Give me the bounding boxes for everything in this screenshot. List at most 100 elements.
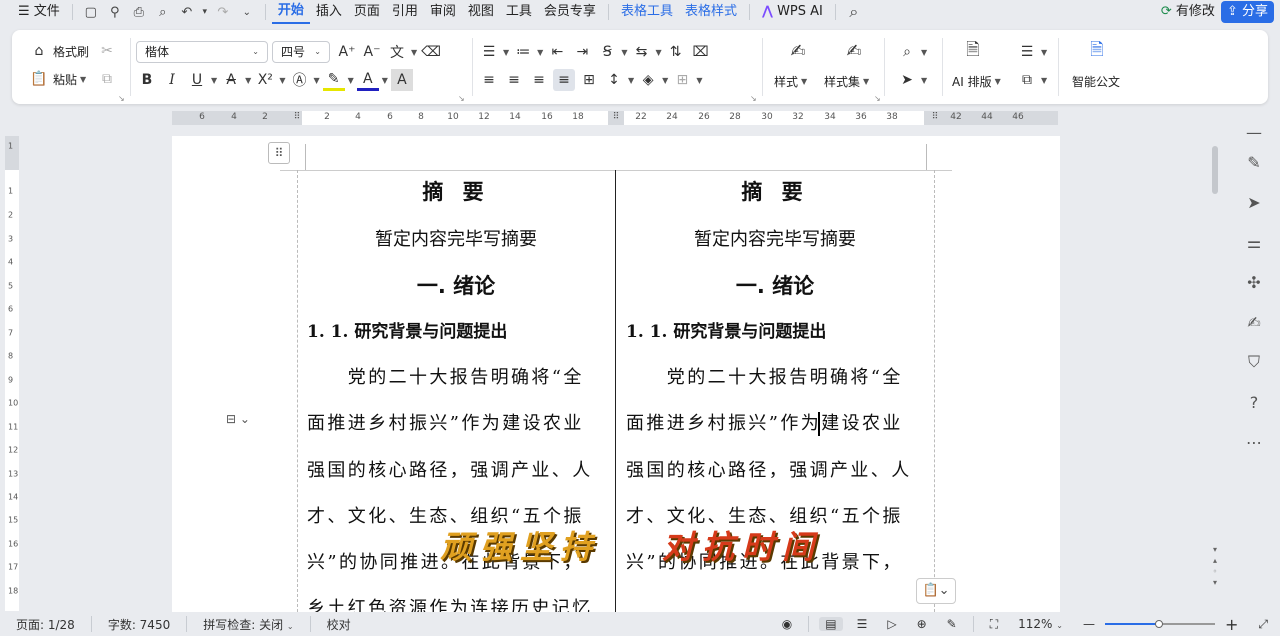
more-quick-icon[interactable]: ⌄ [235,0,259,24]
distributed-icon[interactable]: ⊞ [578,69,600,91]
justify-icon[interactable]: ≡ [553,69,575,91]
web-view-icon[interactable]: ⊕ [907,617,937,631]
tab-table-style[interactable]: 表格样式 [679,0,743,24]
tab-tools[interactable]: 工具 [500,0,538,24]
paragraph-launcher-icon[interactable]: ↘ [750,94,757,103]
select-cursor-icon[interactable]: ➤ [1242,190,1266,214]
borders-icon[interactable]: ⊞ [671,69,693,91]
search-icon[interactable]: ⌕ [842,0,866,24]
italic-icon[interactable]: I [161,69,183,91]
strikethrough-icon[interactable]: A [220,69,242,91]
page-view-icon[interactable]: ▤ [819,617,843,631]
align-right-icon[interactable]: ≡ [528,69,550,91]
page-nav-icons[interactable]: ▾ ▴ ◦ ▾ [1209,544,1221,588]
smart-doc-button[interactable]: 智能公文 [1072,70,1120,92]
redo-icon[interactable]: ↷ [211,0,235,24]
arrange-button[interactable]: ⧉ ▼ [1016,69,1047,91]
shrink-font-icon[interactable]: A⁻ [361,41,383,63]
char-shading-icon[interactable]: A [390,69,413,91]
undo-dropdown-icon[interactable]: ▾ [199,0,211,24]
paste-options-icon[interactable]: 📋⌄ [916,578,956,604]
show-marks-icon[interactable]: ⌧ [690,41,712,63]
paragraph-layout-icon[interactable]: ⊟ ⌄ [226,412,266,434]
font-color-icon[interactable]: A [356,69,379,91]
bullet-list-icon[interactable]: ☰ [478,41,500,63]
tab-home[interactable]: 开始 [271,0,310,24]
cloud-icon[interactable]: ⚲ [103,0,127,24]
clipboard-launcher-icon[interactable]: ↘ [118,94,125,103]
print-preview-icon[interactable]: ⌕ [151,0,175,24]
tab-review[interactable]: 审阅 [424,0,462,24]
styles-button[interactable]: 样式 ▼ [774,70,807,92]
copy-button[interactable]: ⧉ [96,68,118,90]
vertical-scrollbar[interactable]: ▾ ▴ ◦ ▾ [1208,136,1222,612]
cut-button[interactable]: ✂ [96,40,118,62]
highlight-icon[interactable]: ✎ [322,69,345,91]
align-center-icon[interactable]: ≡ [503,69,525,91]
shirt-icon[interactable]: ⛉ [1242,350,1266,374]
eye-icon[interactable]: ◉ [772,617,802,631]
line-spacing-icon[interactable]: ↕ [603,69,625,91]
new-doc-icon[interactable]: ▢ [79,0,103,24]
font-size-select[interactable]: 四号 ⌄ [272,41,330,63]
tab-insert[interactable]: 插入 [310,0,348,24]
style-set-button[interactable]: 样式集 ▼ [824,70,869,92]
undo-icon[interactable]: ↶ [175,0,199,24]
tab-view[interactable]: 视图 [462,0,500,24]
phonetic-icon[interactable]: 文 [386,41,408,63]
pen-icon[interactable]: ✎ [1242,150,1266,174]
styles-launcher-icon[interactable]: ↘ [874,94,881,103]
font-name-select[interactable]: 楷体 ⌄ [136,41,268,63]
word-count[interactable]: 字数: 7450 [98,616,180,633]
file-menu[interactable]: ☰ 文件 [0,0,66,24]
text-effect-icon[interactable]: Ⓐ [288,69,310,91]
convert-icon[interactable]: ⇆ [630,41,652,63]
ruler-handle-icon[interactable]: ⠿ [932,112,939,122]
tools-icon[interactable]: ✣ [1242,270,1266,294]
align-left-icon[interactable]: ≡ [478,69,500,91]
table-move-handle-icon[interactable]: ⠿ [268,142,290,164]
signature-icon[interactable]: ✍ [1242,310,1266,334]
ruler-handle-icon[interactable]: ⠿ [613,112,620,122]
find-button[interactable]: ⌕ ▼ [896,41,927,63]
zoom-slider[interactable] [1104,617,1215,631]
adjust-icon[interactable]: ⚌ [1242,230,1266,254]
page-indicator[interactable]: 页面: 1/28 [0,616,85,633]
vertical-ruler[interactable]: 1 1 2 3 4 5 6 7 8 9 10 11 12 13 14 15 16… [5,136,19,611]
horizontal-ruler[interactable]: 6 4 2 ⠿ 2 4 6 8 10 12 14 16 18 ⠿ 22 24 2… [172,111,1058,125]
fullscreen-icon[interactable]: ⤢ [1248,617,1280,632]
collapse-icon[interactable]: — [1242,120,1266,144]
ai-layout-button[interactable]: AI 排版 ▼ [952,70,1001,92]
document-page[interactable]: ⠿ ⊟ ⌄ 摘 要 暂定内容完毕写摘要 一. 绪论 1. 1. 研究背景与问题提… [172,136,1060,612]
tab-member[interactable]: 会员专享 [538,0,602,24]
modified-status[interactable]: ⟳ 有修改 [1155,0,1221,24]
select-button[interactable]: ➤ ▼ [896,69,927,91]
text-layout-button[interactable]: ☰ ▼ [1016,41,1047,63]
ruler-handle-icon[interactable]: ⠿ [294,112,301,122]
increase-indent-icon[interactable]: ⇥ [571,41,593,63]
help-icon[interactable]: ? [1242,390,1266,414]
shading-icon[interactable]: ◈ [637,69,659,91]
numbered-list-icon[interactable]: ≔ [512,41,534,63]
underline-icon[interactable]: U [186,69,208,91]
format-painter-button[interactable]: ⌂ 格式刷 [28,40,89,62]
write-mode-icon[interactable]: ✎ [937,617,967,631]
superscript-icon[interactable]: X² [254,69,276,91]
zoom-out-icon[interactable]: — [1073,617,1105,631]
zoom-select[interactable]: 112% ⌄ [1008,617,1073,631]
print-icon[interactable]: ⎙ [127,0,151,24]
clear-format-icon[interactable]: ⌫ [420,41,442,63]
text-direction-icon[interactable]: Ꞩ [596,41,618,63]
tab-references[interactable]: 引用 [386,0,424,24]
sort-icon[interactable]: ⇅ [665,41,687,63]
fit-page-icon[interactable]: ⛶ [980,617,1008,632]
font-launcher-icon[interactable]: ↘ [458,94,465,103]
scrollbar-thumb[interactable] [1212,146,1218,194]
zoom-in-icon[interactable]: + [1215,615,1248,634]
share-button[interactable]: ⇪ 分享 [1220,1,1274,23]
spellcheck-toggle[interactable]: 拼写检查: 关闭 ⌄ [193,616,303,633]
tab-table-tools[interactable]: 表格工具 [615,0,679,24]
tab-page[interactable]: 页面 [348,0,386,24]
outline-view-icon[interactable]: ☰ [847,617,878,631]
tab-wps-ai[interactable]: ⋀ WPS AI [756,0,829,24]
